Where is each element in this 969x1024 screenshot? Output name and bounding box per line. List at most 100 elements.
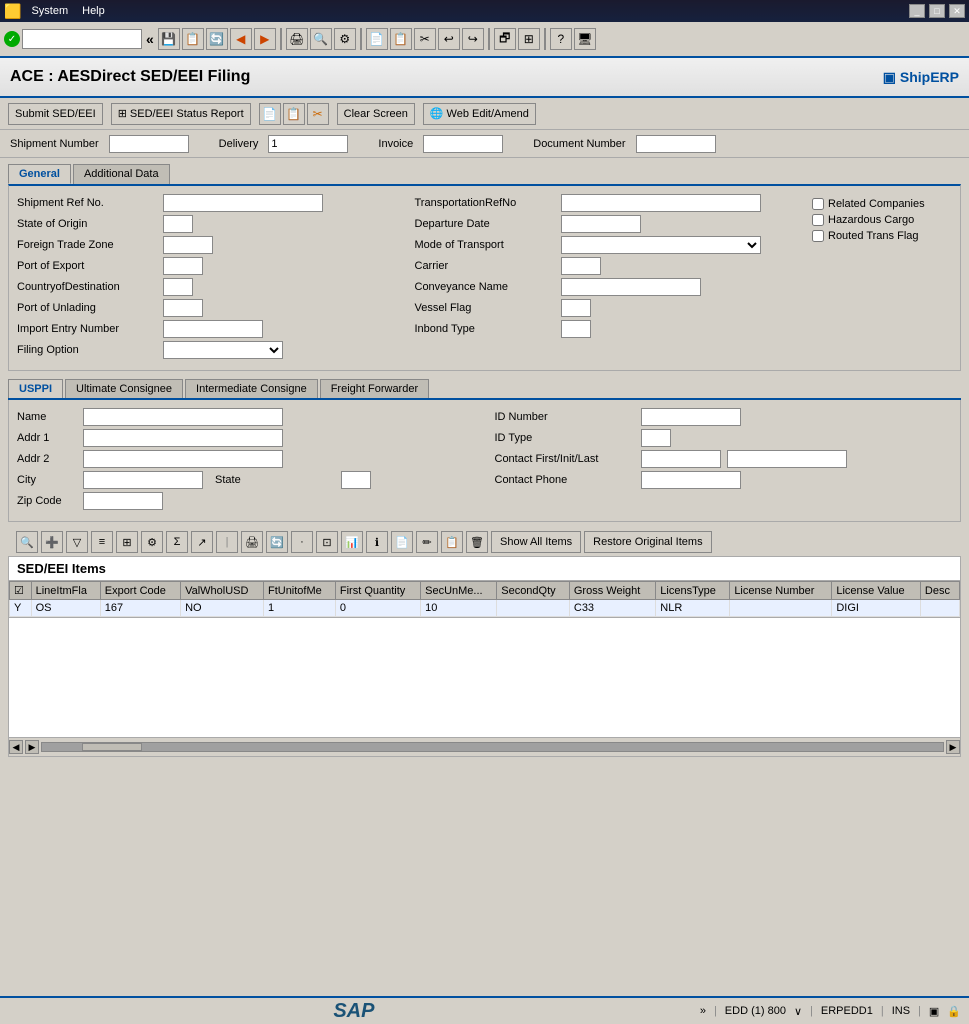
command-input[interactable] (22, 29, 142, 49)
settings2-icon[interactable]: ⚙ (141, 531, 163, 553)
foreign-trade-zone-input[interactable] (163, 236, 213, 254)
refresh-icon[interactable]: 🔄 (206, 28, 228, 50)
show-all-items-button[interactable]: Show All Items (491, 531, 581, 553)
usppi-city-input[interactable] (83, 471, 203, 489)
redo-icon[interactable]: ↪ (462, 28, 484, 50)
transport-ref-input[interactable] (561, 194, 761, 212)
status-report-button[interactable]: ⊞ SED/EEI Status Report (111, 103, 251, 125)
table-icon[interactable]: ⊡ (316, 531, 338, 553)
delete-icon[interactable]: 🗑 (466, 531, 488, 553)
copy3-icon[interactable]: 📋 (441, 531, 463, 553)
cut2-icon[interactable]: ✂ (307, 103, 329, 125)
status-icon2: 🔒 (947, 1005, 961, 1018)
print-icon[interactable]: 🖨 (286, 28, 308, 50)
tab-freight-forwarder[interactable]: Freight Forwarder (320, 379, 429, 398)
help-icon[interactable]: ? (550, 28, 572, 50)
nav-back-icon[interactable]: « (144, 31, 156, 47)
invoice-input[interactable] (423, 135, 503, 153)
inbond-type-input[interactable] (561, 320, 591, 338)
scroll-track[interactable] (41, 742, 944, 752)
help-menu[interactable]: Help (78, 3, 109, 19)
find-icon[interactable]: 🔍 (310, 28, 332, 50)
usppi-contact-first-input[interactable] (641, 450, 721, 468)
system-menu[interactable]: System (27, 3, 72, 19)
tab-ultimate-consignee[interactable]: Ultimate Consignee (65, 379, 183, 398)
copy-icon[interactable]: 📄 (366, 28, 388, 50)
port-of-export-input[interactable] (163, 257, 203, 275)
hazardous-cargo-checkbox[interactable] (812, 214, 824, 226)
filing-option-select[interactable] (163, 341, 283, 359)
tab-general[interactable]: General (8, 164, 71, 184)
shipment-ref-input[interactable] (163, 194, 323, 212)
restore-original-items-button[interactable]: Restore Original Items (584, 531, 711, 553)
scroll-thumb[interactable] (82, 743, 142, 751)
conveyance-name-input[interactable] (561, 278, 701, 296)
search-items-icon[interactable]: 🔍 (16, 531, 38, 553)
tab-additional-data[interactable]: Additional Data (73, 164, 170, 184)
grid-icon[interactable]: ⊞ (116, 531, 138, 553)
usppi-addr2-input[interactable] (83, 450, 283, 468)
scroll-far-right-button[interactable]: ▶ (946, 740, 960, 754)
list-icon[interactable]: ≡ (91, 531, 113, 553)
copy2-icon[interactable]: 📄 (259, 103, 281, 125)
submit-sed-eei-button[interactable]: Submit SED/EEI (8, 103, 103, 125)
hazardous-cargo-group: Hazardous Cargo (812, 214, 952, 226)
paste-icon[interactable]: 📋 (390, 28, 412, 50)
settings-icon[interactable]: ⚙ (334, 28, 356, 50)
carrier-input[interactable] (561, 257, 601, 275)
scroll-right-button[interactable]: ▶ (25, 740, 39, 754)
scroll-left-button[interactable]: ◀ (9, 740, 23, 754)
routed-trans-flag-checkbox[interactable] (812, 230, 824, 242)
col-second-qty: SecondQty (497, 582, 570, 600)
usppi-addr1-input[interactable] (83, 429, 283, 447)
tab-intermediate-consigne[interactable]: Intermediate Consigne (185, 379, 318, 398)
usppi-id-type-input[interactable] (641, 429, 671, 447)
add-item-icon[interactable]: ➕ (41, 531, 63, 553)
document-number-input[interactable] (636, 135, 716, 153)
vessel-flag-input[interactable] (561, 299, 591, 317)
horizontal-scrollbar[interactable]: ◀ ▶ ▶ (8, 738, 961, 757)
undo-icon[interactable]: ↩ (438, 28, 460, 50)
clear-screen-button[interactable]: Clear Screen (337, 103, 415, 125)
delivery-input[interactable] (268, 135, 348, 153)
web-edit-button[interactable]: 🌐 Web Edit/Amend (423, 103, 536, 125)
maximize-button[interactable]: □ (929, 4, 945, 18)
sum-icon[interactable]: Σ (166, 531, 188, 553)
save-icon[interactable]: 💾 (158, 28, 180, 50)
related-companies-checkbox[interactable] (812, 198, 824, 210)
shortcut-icon[interactable]: 📋 (182, 28, 204, 50)
export-icon[interactable]: ↗ (191, 531, 213, 553)
vessel-flag-label: Vessel Flag (415, 302, 555, 314)
usppi-id-number-input[interactable] (641, 408, 741, 426)
cut-icon[interactable]: ✂ (414, 28, 436, 50)
departure-date-input[interactable] (561, 215, 641, 233)
monitor-icon[interactable]: 🖥 (574, 28, 596, 50)
mode-transport-select[interactable] (561, 236, 761, 254)
import-entry-input[interactable] (163, 320, 263, 338)
print2-icon[interactable]: 🖨 (241, 531, 263, 553)
close-button[interactable]: ✕ (949, 4, 965, 18)
session-dropdown[interactable]: ∨ (794, 1005, 802, 1018)
window-icon[interactable]: 🗗 (494, 28, 516, 50)
port-unlading-input[interactable] (163, 299, 203, 317)
layout-icon[interactable]: ⊞ (518, 28, 540, 50)
chart-icon[interactable]: 📊 (341, 531, 363, 553)
shipment-number-input[interactable] (109, 135, 189, 153)
edit-icon[interactable]: ✏ (416, 531, 438, 553)
state-origin-input[interactable] (163, 215, 193, 233)
usppi-state-input[interactable] (341, 471, 371, 489)
info-icon[interactable]: ℹ (366, 531, 388, 553)
doc-icon[interactable]: 📄 (391, 531, 413, 553)
usppi-contact-last-input[interactable] (727, 450, 847, 468)
filter-icon[interactable]: ▽ (66, 531, 88, 553)
usppi-zip-input[interactable] (83, 492, 163, 510)
minimize-button[interactable]: _ (909, 4, 925, 18)
usppi-name-input[interactable] (83, 408, 283, 426)
forward-icon[interactable]: ▶ (254, 28, 276, 50)
tab-usppi[interactable]: USPPI (8, 379, 63, 398)
back-icon[interactable]: ◀ (230, 28, 252, 50)
usppi-phone-input[interactable] (641, 471, 741, 489)
refresh2-icon[interactable]: 🔄 (266, 531, 288, 553)
country-dest-input[interactable] (163, 278, 193, 296)
paste2-icon[interactable]: 📋 (283, 103, 305, 125)
